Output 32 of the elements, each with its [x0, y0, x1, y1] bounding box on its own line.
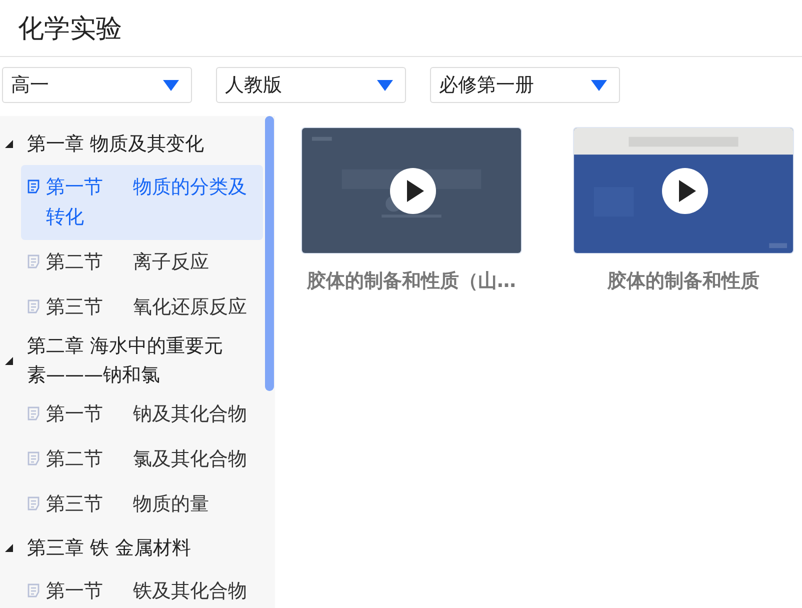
caret-icon — [591, 80, 607, 90]
document-icon — [27, 583, 40, 598]
section-item[interactable]: 第三节 物质的量 — [21, 482, 263, 527]
caret-icon — [163, 80, 179, 90]
document-icon — [27, 451, 40, 466]
section-item[interactable]: 第二节 氯及其化合物 — [21, 437, 263, 482]
expand-icon[interactable] — [5, 357, 13, 365]
section-item[interactable]: 第一节 物质的分类及转化 — [21, 165, 263, 240]
play-button[interactable] — [390, 168, 436, 214]
document-icon — [27, 299, 40, 314]
caret-icon — [377, 80, 393, 90]
section-item[interactable]: 第一节 铁及其化合物 — [21, 569, 263, 608]
scrollbar[interactable] — [265, 116, 274, 391]
section-item[interactable]: 第二节 离子反应 — [21, 240, 263, 285]
section-item[interactable]: 第一节 钠及其化合物 — [21, 392, 263, 437]
document-icon — [27, 254, 40, 269]
chapter-item[interactable]: 第一章 物质及其变化 — [27, 130, 204, 158]
document-icon — [27, 496, 40, 511]
video-title[interactable]: 胶体的制备和性质（山… — [301, 268, 522, 294]
dropdown[interactable]: 人教版 — [216, 67, 406, 103]
chapter-item[interactable]: 第三章 铁 金属材料 — [27, 534, 192, 562]
document-icon — [27, 406, 40, 421]
section-item[interactable]: 第三节 氧化还原反应 — [21, 285, 263, 330]
play-button[interactable] — [662, 168, 708, 214]
chapter-item[interactable]: 第二章 海水中的重要元素———钠和氯 — [27, 332, 242, 390]
dropdown[interactable]: 必修第一册 — [430, 67, 620, 103]
expand-icon[interactable] — [5, 544, 13, 552]
expand-icon[interactable] — [5, 140, 13, 148]
page-title: 化学实验 — [18, 12, 122, 46]
video-title[interactable]: 胶体的制备和性质 — [573, 268, 794, 294]
document-icon — [27, 179, 40, 194]
dropdown[interactable]: 高一 — [2, 67, 192, 103]
